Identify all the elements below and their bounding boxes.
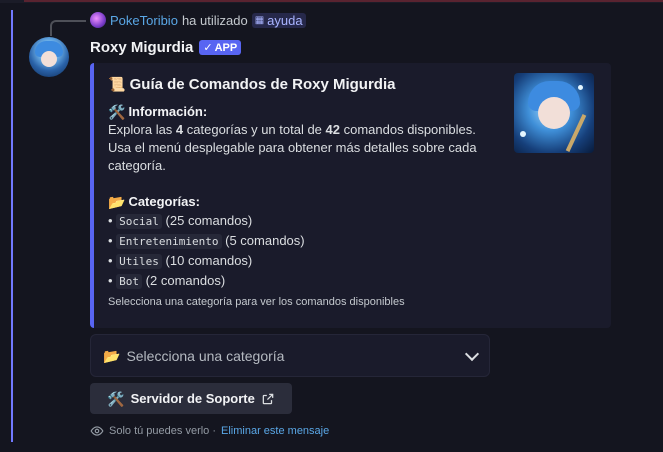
info-line-1: Explora las 4 categorías y un total de 4… (108, 122, 476, 137)
select-placeholder: Selecciona una categoría (126, 347, 285, 364)
chevron-down-icon (464, 346, 480, 361)
help-embed: 📜 Guía de Comandos de Roxy Migurdia 🛠️ I… (90, 63, 611, 328)
app-badge-label: APP (214, 41, 238, 54)
embed-thumbnail[interactable] (514, 73, 594, 153)
scroll-icon: 📜 (108, 76, 126, 92)
tools-icon: 🛠️ (108, 104, 126, 120)
info-line-2: Usa el menú desplegable para obtener más… (108, 140, 477, 173)
category-count: (10 comandos) (165, 253, 253, 268)
reply-user-avatar[interactable] (90, 12, 106, 28)
tools-icon: 🛠️ (107, 390, 125, 407)
category-item: • Utiles (10 comandos) (108, 253, 253, 269)
info-heading: 🛠️ Información: (108, 103, 508, 121)
support-button-label: Servidor de Soporte (130, 391, 255, 406)
bot-avatar[interactable] (29, 37, 69, 77)
embed-footer: Selecciona una categoría para ver los co… (108, 296, 405, 308)
eye-icon (90, 426, 104, 436)
message-header: Roxy Migurdia ✓ APP (90, 39, 242, 56)
category-item: • Entretenimiento (5 comandos) (108, 233, 305, 249)
categories-heading: 📂 Categorías: (108, 193, 508, 211)
reply-spine (50, 20, 86, 36)
top-divider (0, 0, 663, 3)
support-server-button[interactable]: 🛠️ Servidor de Soporte (90, 383, 292, 414)
bot-username[interactable]: Roxy Migurdia (90, 39, 193, 56)
app-badge: ✓ APP (199, 40, 242, 55)
command-mention[interactable]: ▦ ayuda (251, 12, 306, 28)
reply-username[interactable]: PokeToribio (110, 13, 178, 28)
categories-label: Categorías: (128, 194, 200, 209)
category-count: (2 comandos) (145, 273, 226, 288)
checkmark-icon: ✓ (203, 42, 213, 54)
info-label: Información: (128, 104, 208, 119)
folder-icon: 📂 (108, 194, 126, 210)
command-total: 42 (325, 122, 340, 137)
ephemeral-notice: Solo tú puedes verlo · Eliminar este men… (90, 424, 329, 438)
reply-context[interactable]: PokeToribio ha utilizado ▦ ayuda (90, 12, 306, 28)
folder-icon: 📂 (103, 347, 121, 364)
category-name: Bot (116, 274, 143, 289)
external-link-icon (262, 393, 274, 404)
category-name: Utiles (116, 254, 162, 269)
message-highlight-bar (11, 10, 13, 442)
embed-description: 🛠️ Información: Explora las 4 categorías… (108, 103, 508, 291)
embed-title: 📜 Guía de Comandos de Roxy Migurdia (108, 76, 395, 93)
category-name: Social (116, 214, 162, 229)
dismiss-message-link[interactable]: Eliminar este mensaje (221, 425, 329, 437)
category-count: (25 comandos) (165, 213, 253, 228)
reply-action-text: ha utilizado (181, 12, 248, 28)
ephemeral-text: Solo tú puedes verlo · (109, 425, 217, 437)
category-name: Entretenimiento (116, 234, 222, 249)
embed-title-text: Guía de Comandos de Roxy Migurdia (129, 76, 396, 93)
category-select-menu[interactable]: 📂 Selecciona una categoría (90, 334, 490, 377)
category-item: • Bot (2 comandos) (108, 273, 226, 289)
category-count: (5 comandos) (225, 233, 305, 248)
command-name: ayuda (267, 12, 303, 28)
category-item: • Social (25 comandos) (108, 213, 253, 229)
apps-icon: ▦ (254, 14, 265, 26)
